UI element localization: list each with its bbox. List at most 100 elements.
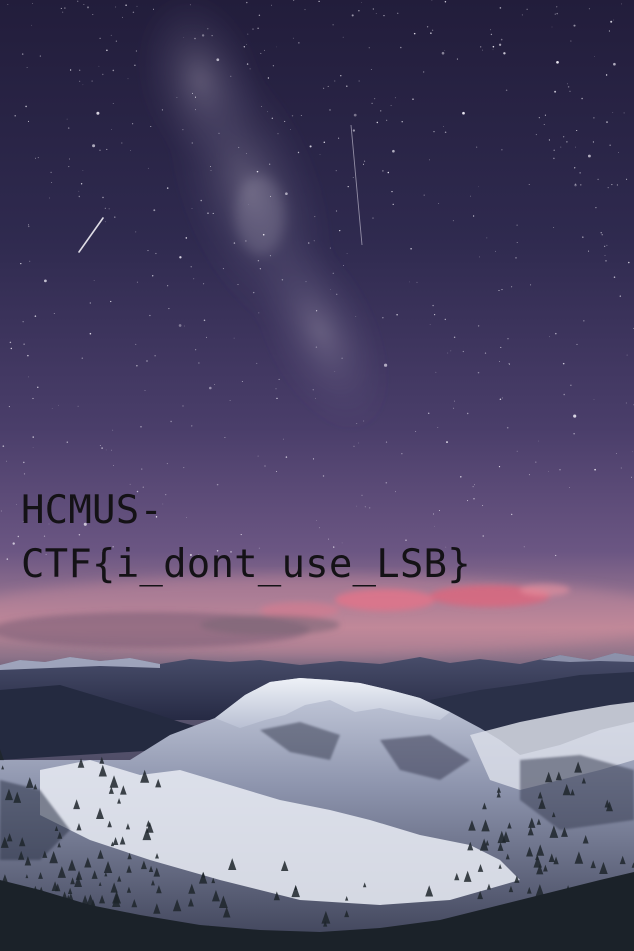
star-dot: [499, 361, 500, 362]
star-dot: [183, 37, 185, 38]
star-dot: [68, 166, 70, 168]
star-dot: [444, 50, 446, 51]
star-dot: [276, 471, 277, 473]
star-dot: [32, 397, 34, 400]
star-dot: [23, 473, 26, 475]
star-dot: [384, 363, 388, 367]
star-dot: [20, 262, 22, 265]
star-dot: [538, 117, 540, 119]
star-dot: [260, 52, 262, 54]
star-dot: [27, 225, 30, 228]
star-dot: [606, 244, 608, 246]
star-dot: [620, 467, 622, 469]
star-dot: [104, 207, 106, 209]
star-dot: [281, 279, 284, 281]
star-dot: [450, 350, 452, 352]
star-dot: [391, 190, 393, 193]
star-dot: [31, 24, 32, 26]
star-dot: [166, 463, 168, 465]
star-dot: [48, 197, 50, 199]
star-dot: [563, 393, 565, 396]
star-dot: [79, 69, 81, 71]
star-dot: [32, 3, 34, 4]
star-dot: [134, 64, 136, 67]
star-dot: [435, 371, 437, 373]
star-dot: [89, 302, 91, 304]
star-dot: [261, 106, 262, 107]
star-dot: [592, 141, 594, 143]
star-dot: [431, 29, 434, 31]
star-dot: [625, 402, 627, 404]
star-dot: [587, 154, 591, 158]
star-dot: [499, 7, 502, 9]
star-dot: [168, 308, 170, 310]
star-dot: [96, 111, 100, 115]
star-dot: [233, 337, 235, 339]
star-dot: [501, 397, 503, 399]
star-dot: [304, 9, 306, 11]
star-dot: [298, 42, 300, 44]
star-dot: [444, 1, 447, 3]
star-dot: [567, 83, 568, 85]
star-dot: [23, 461, 25, 464]
star-dot: [500, 346, 502, 348]
star-dot: [593, 399, 595, 400]
star-dot: [27, 120, 30, 122]
star-dot: [80, 183, 83, 185]
star-dot: [535, 461, 537, 463]
star-dot: [437, 427, 439, 428]
star-dot: [112, 103, 114, 104]
star-dot: [330, 288, 331, 290]
star-dot: [77, 0, 79, 2]
star-dot: [623, 112, 625, 114]
star-dot: [410, 248, 412, 250]
star-dot: [601, 234, 603, 236]
star-dot: [386, 119, 388, 121]
star-dot: [315, 397, 316, 399]
star-dot: [185, 237, 188, 239]
star-dot: [594, 468, 596, 471]
star-dot: [498, 43, 502, 46]
star-dot: [462, 350, 464, 353]
star-dot: [79, 80, 81, 82]
star-dot: [277, 133, 279, 135]
star-dot: [147, 250, 149, 252]
star-dot: [121, 142, 123, 144]
star-dot: [257, 260, 260, 262]
star-dot: [243, 46, 245, 48]
star-dot: [444, 318, 446, 321]
star-dot: [2, 445, 5, 447]
star-dot: [576, 129, 578, 132]
star-dot: [334, 80, 336, 82]
star-dot: [560, 146, 562, 148]
star-dot: [543, 124, 545, 126]
star-dot: [390, 105, 392, 107]
star-dot: [503, 52, 506, 55]
star-dot: [363, 420, 365, 422]
star-dot: [374, 98, 376, 100]
star-dot: [166, 187, 169, 189]
star-dot: [346, 85, 348, 87]
star-dot: [605, 74, 608, 76]
star-dot: [548, 471, 549, 472]
star-dot: [264, 465, 266, 467]
star-dot: [523, 546, 525, 548]
star-dot: [26, 67, 28, 69]
star-dot: [292, 37, 294, 39]
star-dot: [115, 40, 117, 42]
star-dot: [167, 285, 169, 287]
star-dot: [476, 146, 478, 148]
star-dot: [32, 447, 34, 449]
star-dot: [353, 113, 357, 117]
star-dot: [553, 149, 555, 152]
star-dot: [130, 150, 131, 152]
star-dot: [626, 178, 628, 180]
star-dot: [101, 447, 103, 449]
star-dot: [112, 429, 114, 431]
star-dot: [203, 319, 206, 322]
star-dot: [453, 400, 456, 402]
star-dot: [576, 343, 578, 345]
star-dot: [530, 284, 532, 286]
star-dot: [218, 132, 220, 135]
star-dot: [150, 126, 152, 128]
